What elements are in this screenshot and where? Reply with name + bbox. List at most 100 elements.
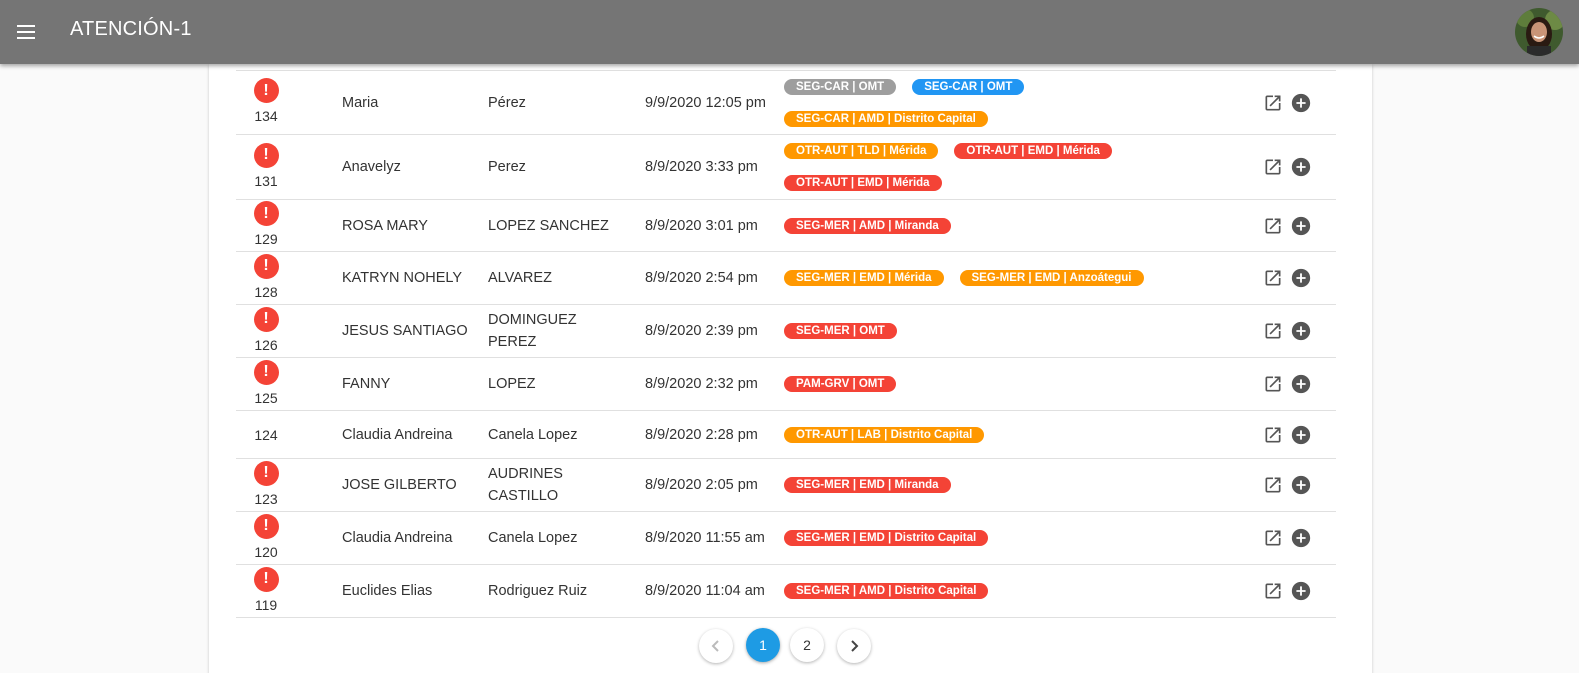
first-name: JESUS SANTIAGO <box>342 323 468 339</box>
add-circle-icon[interactable] <box>1290 373 1312 395</box>
row-actions <box>1262 252 1342 304</box>
open-external-icon[interactable] <box>1262 156 1284 178</box>
record-id: 120 <box>254 543 278 560</box>
open-external-icon[interactable] <box>1262 267 1284 289</box>
table-row: ! 123 JOSE GILBERTO AUDRINES CASTILLO 8/9/20… <box>236 459 1336 512</box>
row-actions <box>1262 565 1342 617</box>
row-actions <box>1262 512 1342 564</box>
date: 8/9/2020 11:55 am <box>645 530 765 546</box>
add-circle-icon[interactable] <box>1290 424 1312 446</box>
open-external-icon[interactable] <box>1262 527 1284 549</box>
open-external-icon[interactable] <box>1262 215 1284 237</box>
page-1-button[interactable]: 1 <box>746 628 780 662</box>
row-actions <box>1262 358 1342 410</box>
open-external-icon[interactable] <box>1262 474 1284 496</box>
row-actions <box>1262 71 1342 134</box>
last-name: Rodriguez Ruiz <box>488 583 588 599</box>
id-cell: ! 129 <box>236 200 296 251</box>
row-actions <box>1262 200 1342 251</box>
add-circle-icon[interactable] <box>1290 527 1312 549</box>
add-circle-icon[interactable] <box>1290 580 1312 602</box>
case-tag: SEG-MER | EMD | Anzoátegui <box>959 270 1144 286</box>
last-name: LOPEZ SANCHEZ <box>488 217 609 234</box>
case-tag: SEG-CAR | OMT <box>784 78 897 95</box>
alert-icon: ! <box>253 513 279 539</box>
add-circle-icon[interactable] <box>1290 267 1312 289</box>
tags-cell: SEG-MER | EMD | Distrito Capital <box>784 512 1244 564</box>
id-cell: ! 128 <box>236 252 296 304</box>
alert-icon: ! <box>253 306 279 332</box>
case-tag: OTR-AUT | LAB | Distrito Capital <box>784 426 985 443</box>
next-page-button[interactable] <box>837 629 871 663</box>
add-circle-icon[interactable] <box>1290 474 1312 496</box>
last-name: DOMINGUEZ PEREZ <box>488 312 577 350</box>
open-external-icon[interactable] <box>1262 580 1284 602</box>
add-circle-icon[interactable] <box>1290 320 1312 342</box>
add-circle-icon[interactable] <box>1290 215 1312 237</box>
open-external-icon[interactable] <box>1262 320 1284 342</box>
case-tag: OTR-AUT | EMD | Mérida <box>784 175 942 191</box>
tags-cell: OTR-AUT | LAB | Distrito Capital <box>784 411 1244 458</box>
table-row: ! 125 FANNY LOPEZ 8/9/2020 2:32 pm PAM-GRV | … <box>236 358 1336 411</box>
date: 8/9/2020 3:33 pm <box>645 159 758 175</box>
date: 8/9/2020 2:54 pm <box>645 270 758 286</box>
table-row: 124 Claudia Andreina Canela Lopez 8/9/2020 … <box>236 411 1336 459</box>
last-name: AUDRINES CASTILLO <box>488 466 563 504</box>
results-card: ! 134 Maria Pérez 9/9/2020 12:05 pm SEG-CAR |… <box>209 64 1372 673</box>
row-actions <box>1262 135 1342 199</box>
last-name: Canela Lopez <box>488 426 578 443</box>
date: 8/9/2020 11:04 am <box>645 583 765 599</box>
row-actions <box>1262 411 1342 458</box>
menu-icon[interactable] <box>14 20 38 44</box>
alert-icon: ! <box>253 359 279 385</box>
first-name: Claudia Andreina <box>342 530 453 546</box>
date: 9/9/2020 12:05 pm <box>645 94 766 111</box>
table-row: ! 134 Maria Pérez 9/9/2020 12:05 pm SEG-CAR |… <box>236 71 1336 135</box>
table-row: ! 128 KATRYN NOHELY ALVAREZ 8/9/2020 2:54 pm… <box>236 252 1336 305</box>
open-external-icon[interactable] <box>1262 373 1284 395</box>
case-tag: OTR-AUT | EMD | Mérida <box>954 143 1112 159</box>
last-name: Canela Lopez <box>488 530 578 546</box>
tags-cell: SEG-CAR | OMT SEG-CAR | OMT SEG-CAR | AMD … <box>784 71 1244 134</box>
add-circle-icon[interactable] <box>1290 156 1312 178</box>
first-name: JOSE GILBERTO <box>342 477 457 493</box>
date: 8/9/2020 2:05 pm <box>645 477 758 493</box>
first-name: Claudia Andreina <box>342 426 453 443</box>
open-external-icon[interactable] <box>1262 92 1284 114</box>
table-row: ! 119 Euclides Elias Rodriguez Ruiz 8/9/2020… <box>236 565 1336 618</box>
avatar[interactable] <box>1515 8 1563 56</box>
tags-cell: SEG-MER | OMT <box>784 305 1244 357</box>
first-name: KATRYN NOHELY <box>342 270 463 286</box>
record-id: 131 <box>254 172 278 189</box>
alert-icon: ! <box>253 78 279 103</box>
tags-cell: PAM-GRV | OMT <box>784 358 1244 410</box>
add-circle-icon[interactable] <box>1290 92 1312 114</box>
date: 8/9/2020 2:32 pm <box>645 376 758 392</box>
first-name: ROSA MARY <box>342 217 428 234</box>
page-2-button[interactable]: 2 <box>790 628 824 662</box>
tags-cell: SEG-MER | AMD | Miranda <box>784 200 1244 251</box>
row-actions <box>1262 459 1342 511</box>
record-id: 129 <box>254 231 278 247</box>
open-external-icon[interactable] <box>1262 424 1284 446</box>
table-row: ! 131 Anavelyz Perez 8/9/2020 3:33 pm OTR-AUT… <box>236 135 1336 200</box>
alert-icon: ! <box>253 460 279 486</box>
app-bar: ATENCIÓN-1 <box>0 0 1579 64</box>
alert-icon: ! <box>253 566 279 592</box>
alert-icon: ! <box>253 201 279 226</box>
case-tag: OTR-AUT | TLD | Mérida <box>784 143 939 159</box>
date: 8/9/2020 2:39 pm <box>645 323 758 339</box>
alert-icon: ! <box>253 253 279 279</box>
record-id: 126 <box>254 336 278 353</box>
id-cell: 124 <box>236 411 296 458</box>
tags-cell: SEG-MER | EMD | Miranda <box>784 459 1244 511</box>
table-row: ! 120 Claudia Andreina Canela Lopez 8/9/2020… <box>236 512 1336 565</box>
first-name: Maria <box>342 94 379 111</box>
chevron-left-icon <box>711 640 719 652</box>
id-cell: ! 120 <box>236 512 296 564</box>
tags-cell: SEG-MER | EMD | Mérida SEG-MER | EMD | An… <box>784 252 1244 304</box>
last-name: ALVAREZ <box>488 270 552 286</box>
prev-page-button[interactable] <box>699 629 733 663</box>
last-name: LOPEZ <box>488 376 536 392</box>
last-name: Pérez <box>488 94 526 111</box>
